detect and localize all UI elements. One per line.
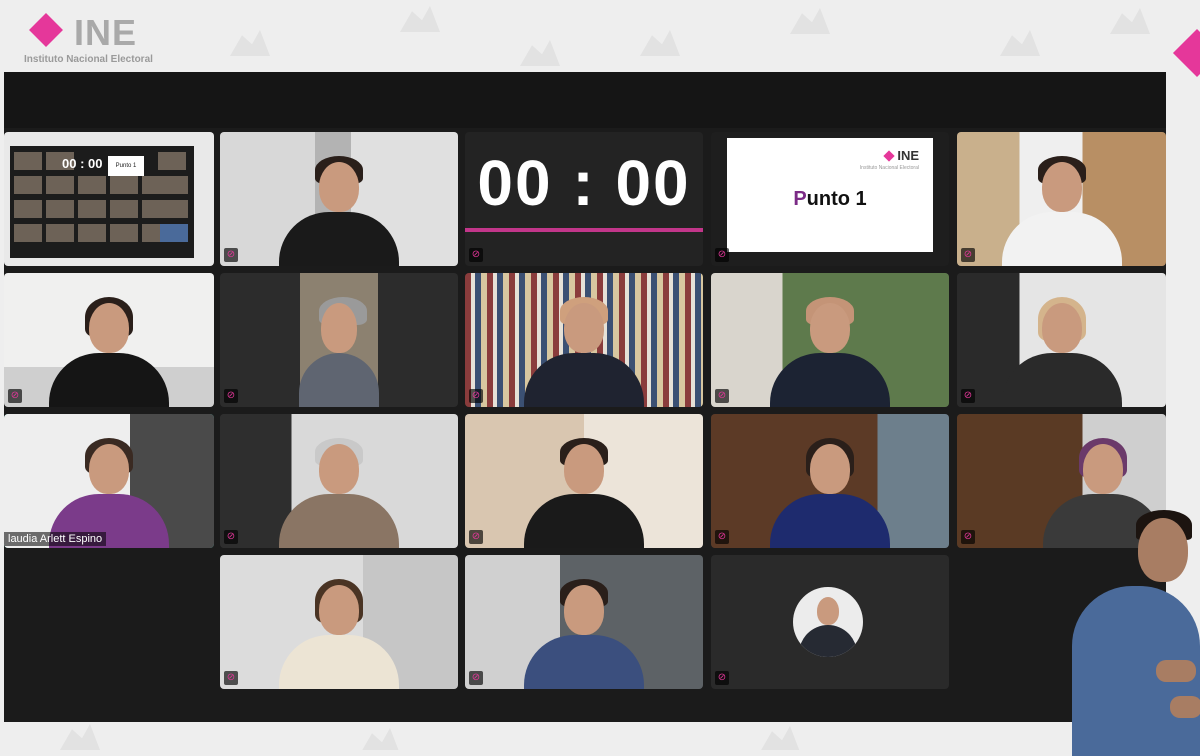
slide-share-tile[interactable]: INE Instituto Nacional Electoral Punto 1…	[711, 132, 949, 266]
ine-subtitle: Instituto Nacional Electoral	[24, 54, 153, 65]
participant-tile[interactable]: ⊘	[711, 414, 949, 548]
mini-slide: Punto 1	[108, 156, 144, 176]
video-meeting-window: 00 : 00 Punto 1 ⊘ 00 : 00 ⊘ INE Institut…	[4, 72, 1166, 722]
participant-tile[interactable]: ⊘	[465, 555, 703, 689]
participant-tile[interactable]: ⊘	[957, 273, 1166, 407]
mic-muted-icon: ⊘	[469, 671, 483, 685]
timer-progress-bar	[465, 228, 703, 232]
mic-muted-icon: ⊘	[961, 248, 975, 262]
mic-muted-icon: ⊘	[224, 248, 238, 262]
participant-tile-active-speaker[interactable]: laudia Arlett Espino	[4, 414, 214, 548]
sign-language-interpreter	[1066, 510, 1200, 756]
mic-muted-icon: ⊘	[715, 530, 729, 544]
mic-muted-icon: ⊘	[8, 389, 22, 403]
gallery-thumbnail-tile[interactable]: 00 : 00 Punto 1	[4, 132, 214, 266]
participant-tile[interactable]: ⊘	[220, 132, 458, 266]
ine-wordmark: INE	[74, 12, 138, 53]
mic-muted-icon: ⊘	[469, 248, 483, 262]
participant-tile[interactable]: ⊘	[465, 273, 703, 407]
shared-slide: INE Instituto Nacional Electoral Punto 1	[727, 138, 933, 252]
participant-tile[interactable]: ⊘	[957, 132, 1166, 266]
participant-avatar-tile[interactable]: ⊘	[711, 555, 949, 689]
participant-tile[interactable]: ⊘	[220, 273, 458, 407]
mic-muted-icon: ⊘	[715, 248, 729, 262]
ine-diamond-icon	[29, 13, 63, 47]
avatar	[793, 587, 863, 657]
countdown-timer: 00 : 00	[477, 147, 691, 219]
participant-tile[interactable]: ⊘	[220, 555, 458, 689]
mic-muted-icon: ⊘	[961, 530, 975, 544]
participant-tile[interactable]: ⊘	[4, 273, 214, 407]
mic-muted-icon: ⊘	[224, 671, 238, 685]
mini-timer: 00 : 00	[62, 156, 103, 171]
participant-name-label: laudia Arlett Espino	[4, 532, 107, 546]
mic-muted-icon: ⊘	[224, 530, 238, 544]
participant-tile[interactable]: ⊘	[711, 273, 949, 407]
countdown-timer-tile: 00 : 00 ⊘	[465, 132, 703, 266]
slide-title: Punto 1	[793, 188, 867, 210]
mic-muted-icon: ⊘	[469, 389, 483, 403]
ine-diamond-icon	[883, 150, 895, 162]
mic-muted-icon: ⊘	[224, 389, 238, 403]
ine-logo: INE Instituto Nacional Electoral	[24, 12, 194, 70]
participant-tile[interactable]: ⊘	[465, 414, 703, 548]
participant-tile[interactable]: ⊘	[220, 414, 458, 548]
meeting-top-bar	[4, 72, 1166, 128]
slide-logo: INE	[883, 148, 919, 163]
mic-muted-icon: ⊘	[715, 671, 729, 685]
mic-muted-icon: ⊘	[715, 389, 729, 403]
mic-muted-icon: ⊘	[469, 530, 483, 544]
slide-logo-subtitle: Instituto Nacional Electoral	[859, 165, 919, 171]
mic-muted-icon: ⊘	[961, 389, 975, 403]
